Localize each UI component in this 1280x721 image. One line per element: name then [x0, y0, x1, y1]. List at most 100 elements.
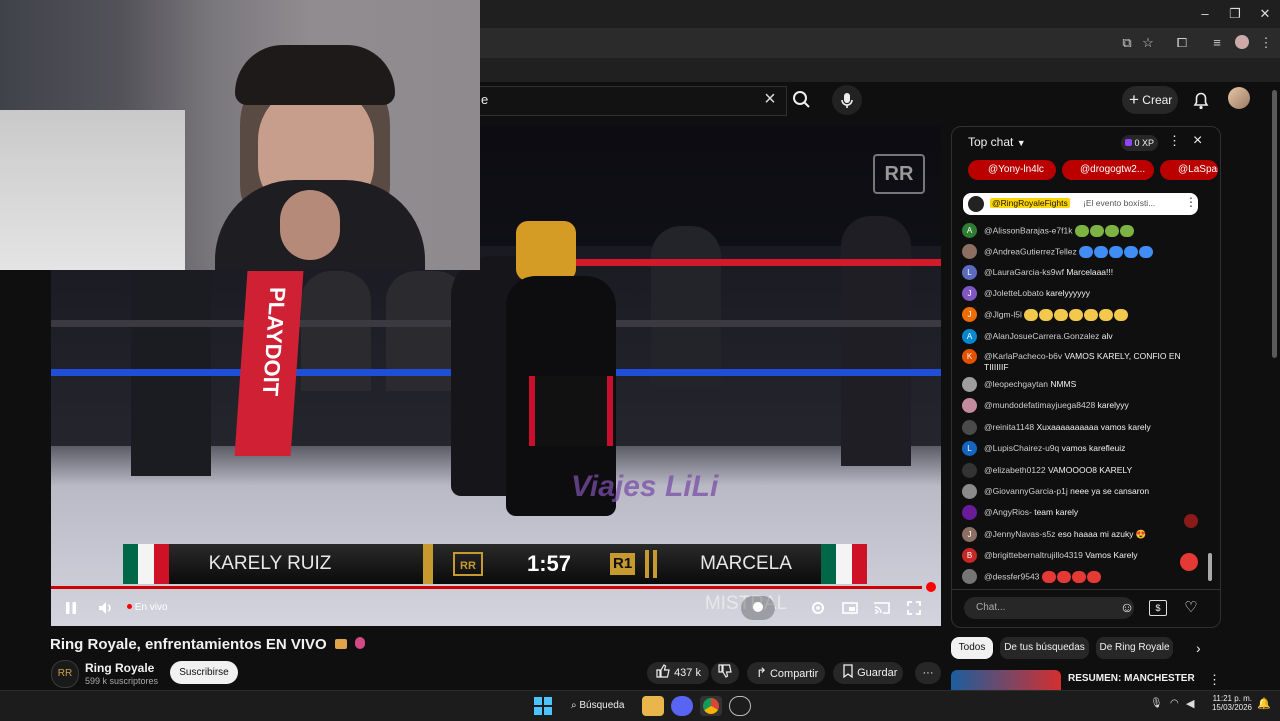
settings-button[interactable] — [806, 596, 830, 620]
chat-avatar[interactable]: K — [962, 349, 977, 364]
chat-author[interactable]: @mundodefatimayjuega8428 — [984, 400, 1095, 410]
search-input[interactable] — [480, 86, 787, 116]
cast-button[interactable] — [870, 596, 894, 620]
chat-author[interactable]: @leopechgaytan — [984, 379, 1048, 389]
chat-author[interactable]: @Jlgm-l5l — [984, 309, 1022, 319]
save-button[interactable]: Guardar — [833, 662, 903, 684]
create-button[interactable]: + Crear — [1122, 86, 1178, 114]
chat-author[interactable]: @reinita1148 — [984, 422, 1034, 432]
filter-chip-searches[interactable]: De tus búsquedas — [1000, 637, 1089, 659]
profile-avatar-icon[interactable] — [1235, 35, 1249, 49]
chat-author[interactable]: @AngyRios- — [984, 507, 1032, 517]
clock[interactable]: 11:21 p. m. 15/03/2026 — [1208, 694, 1252, 712]
chat-avatar[interactable]: L — [962, 441, 977, 456]
media-controls-icon[interactable]: ≡ — [1207, 34, 1227, 52]
chat-avatar[interactable] — [962, 569, 977, 584]
chat-avatar[interactable]: A — [962, 223, 977, 238]
restore-button[interactable]: ❐ — [1220, 4, 1250, 24]
chat-author[interactable]: @KarlaPacheco-b6v — [984, 351, 1062, 361]
pinned-message[interactable]: @RingRoyaleFights ¡El evento boxísti... … — [963, 193, 1198, 215]
chat-menu-icon[interactable]: ⋮ — [1168, 133, 1181, 149]
start-button[interactable] — [532, 696, 554, 716]
chat-avatar[interactable]: A — [962, 329, 977, 344]
chat-donor-chip[interactable]: @Yony-ln4lc — [968, 160, 1056, 180]
taskbar-search[interactable]: ⌕ Búsqueda — [565, 696, 635, 716]
chat-mode-dropdown[interactable]: Top chat ▼ — [968, 135, 1026, 149]
chat-author[interactable]: @AndreaGutierrezTellez — [984, 246, 1077, 256]
dislike-button[interactable] — [711, 662, 739, 684]
chat-author[interactable]: @LupisChairez-u9q — [984, 443, 1059, 453]
chat-author[interactable]: @brigittebernaltrujillo4319 — [984, 550, 1083, 560]
voice-search-button[interactable] — [832, 85, 862, 115]
chat-avatar[interactable]: J — [962, 286, 977, 301]
like-button[interactable]: 437 k — [647, 662, 709, 684]
chat-author[interactable]: @AlissonBarajas-e7f1k — [984, 225, 1072, 235]
chat-avatar[interactable] — [962, 463, 977, 478]
progress-bar[interactable] — [51, 586, 923, 589]
app-icon[interactable] — [729, 696, 751, 716]
volume-button[interactable] — [93, 596, 117, 620]
super-chat-icon[interactable]: $ — [1149, 600, 1167, 616]
chat-scrollbar[interactable] — [1208, 189, 1212, 587]
close-window-button[interactable]: ✕ — [1250, 4, 1280, 24]
chat-avatar[interactable]: B — [962, 548, 977, 563]
chevron-right-icon[interactable]: › — [1196, 640, 1212, 658]
account-avatar[interactable] — [1228, 87, 1250, 109]
related-thumbnail[interactable] — [951, 670, 1061, 690]
pause-button[interactable] — [59, 596, 83, 620]
subscribe-button[interactable]: Suscribirse — [170, 661, 238, 684]
channel-name[interactable]: Ring Royale — [85, 661, 154, 675]
progress-scrubber[interactable] — [926, 582, 936, 592]
filter-chip-all[interactable]: Todos — [951, 637, 993, 659]
related-menu-icon[interactable]: ⋮ — [1208, 672, 1221, 688]
chat-avatar[interactable] — [962, 420, 977, 435]
install-app-icon[interactable]: ⧉ — [1117, 34, 1137, 52]
close-chat-icon[interactable]: × — [1193, 132, 1207, 150]
xp-badge[interactable]: 0 XP — [1121, 135, 1159, 151]
chat-avatar[interactable]: J — [962, 307, 977, 322]
extensions-icon[interactable]: ⧠ — [1172, 34, 1192, 52]
chat-donor-chip[interactable]: @LaSpar — [1160, 160, 1218, 180]
clear-search-icon[interactable]: × — [760, 88, 780, 110]
chat-avatar[interactable]: L — [962, 265, 977, 280]
chat-author[interactable]: @dessfer9543 — [984, 571, 1039, 581]
browser-menu-icon[interactable]: ⋮ — [1256, 34, 1276, 52]
chat-author[interactable]: @LauraGarcia-ks9wf — [984, 267, 1064, 277]
chat-donor-chip[interactable]: @drogogtw2... — [1062, 160, 1154, 180]
fullscreen-button[interactable] — [902, 596, 926, 620]
chat-author[interactable]: @JennyNavas-s5z — [984, 529, 1055, 539]
autoplay-toggle[interactable] — [741, 596, 775, 620]
mic-tray-icon[interactable]: 🎙 — [1150, 698, 1163, 709]
channel-avatar[interactable]: RR — [51, 660, 79, 688]
notifications-bell-icon[interactable] — [1191, 89, 1211, 111]
miniplayer-button[interactable] — [838, 596, 862, 620]
heart-icon[interactable]: ♡ — [1182, 598, 1200, 616]
chat-avatar[interactable] — [962, 398, 977, 413]
filter-chip-channel[interactable]: De Ring Royale — [1096, 637, 1173, 659]
chat-avatar[interactable]: J — [962, 527, 977, 542]
speaker-icon[interactable]: ◀ — [1186, 697, 1194, 710]
wifi-icon[interactable]: ◠ — [1170, 698, 1179, 709]
chat-author[interactable]: @GiovannyGarcia-p1j — [984, 486, 1068, 496]
chat-avatar[interactable] — [962, 377, 977, 392]
chat-author[interactable]: @AlanJosueCarrera.Gonzalez — [984, 331, 1099, 341]
minimize-button[interactable]: – — [1190, 4, 1220, 24]
chat-avatar[interactable] — [962, 505, 977, 520]
bookmark-star-icon[interactable]: ☆ — [1138, 34, 1158, 52]
live-indicator[interactable]: En vivo — [127, 596, 207, 620]
search-button[interactable] — [788, 86, 816, 114]
page-scrollbar[interactable] — [1272, 90, 1277, 358]
chat-author[interactable]: @JoletteLobato — [984, 288, 1044, 298]
chrome-icon[interactable] — [700, 696, 722, 716]
chat-input[interactable]: Chat... — [964, 597, 1134, 619]
related-video-title[interactable]: RESUMEN: MANCHESTER — [1068, 673, 1195, 684]
chat-avatar[interactable] — [962, 484, 977, 499]
emoji-icon[interactable]: ☺ — [1118, 599, 1136, 617]
discord-icon[interactable] — [671, 696, 693, 716]
notification-icon[interactable]: 🔔 — [1257, 697, 1271, 710]
chat-author[interactable]: @elizabeth0122 — [984, 465, 1046, 475]
chat-avatar[interactable] — [962, 244, 977, 259]
more-actions-button[interactable]: ··· — [915, 662, 941, 684]
file-explorer-icon[interactable] — [642, 696, 664, 716]
share-button[interactable]: ↱ Compartir — [747, 662, 825, 684]
